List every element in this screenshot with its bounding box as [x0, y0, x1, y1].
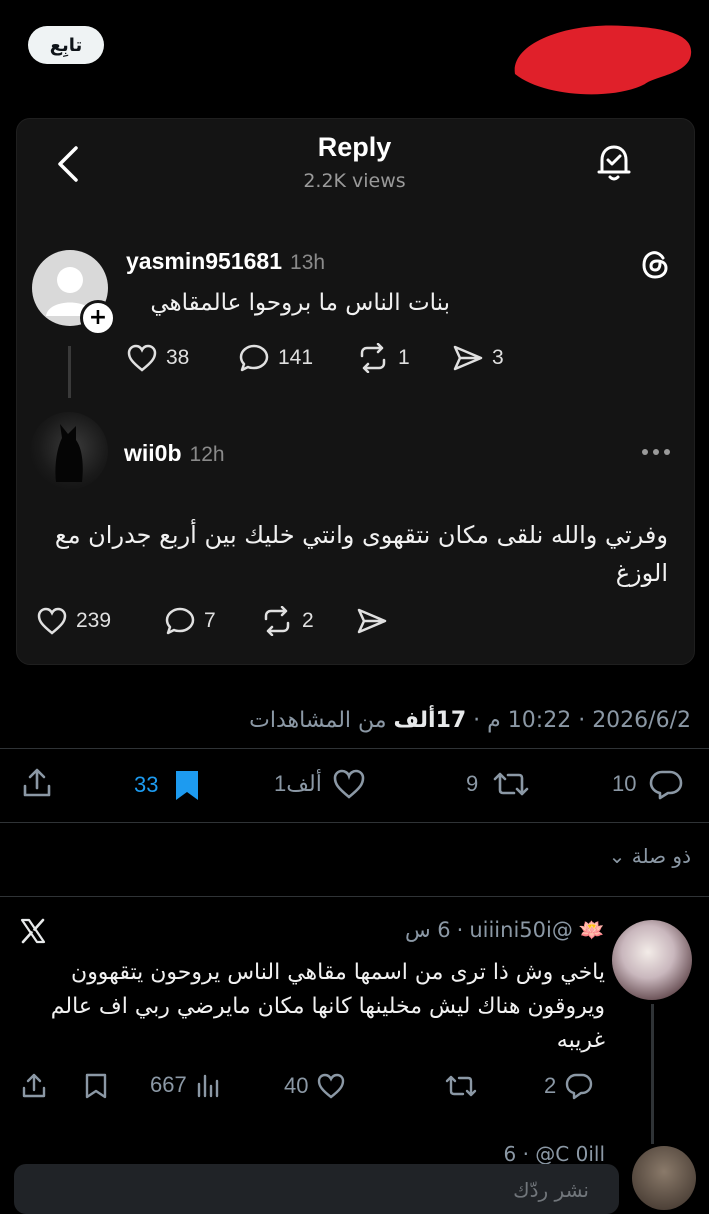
tweet-meta: 2026/6/2 · 10:22 م · 17ألف من المشاهدات [249, 708, 691, 733]
post2-comments: 7 [204, 609, 216, 632]
bookmark-icon[interactable] [84, 1072, 108, 1100]
reply-views: 667 [150, 1072, 187, 1097]
reply-replies: 2 [544, 1073, 557, 1098]
compose-placeholder: نشر ردّك [513, 1178, 589, 1202]
post2-likes: 239 [76, 609, 112, 632]
share-icon[interactable] [20, 766, 54, 800]
repost-count: 9 [466, 771, 479, 796]
send-icon [453, 345, 483, 371]
related-label: ذو صلة [631, 844, 691, 868]
post1-header: yasmin951681 13h [126, 248, 325, 275]
post1-reposts: 1 [398, 346, 410, 369]
lotus-emoji: 🪷 [578, 918, 605, 942]
repost-icon [360, 343, 386, 373]
reply-handle[interactable]: @uiiini50i [469, 918, 573, 943]
heart-icon [318, 1073, 345, 1099]
post2-comment-stat[interactable]: 7 [164, 606, 216, 636]
follow-plus-icon[interactable]: + [80, 300, 116, 336]
post1-shares: 3 [492, 346, 504, 369]
chevron-down-icon: ⌄ [608, 844, 626, 868]
post2-repost-stat[interactable]: 2 [260, 606, 314, 636]
divider [0, 896, 709, 897]
reply-views-action[interactable]: 667 [150, 1072, 221, 1098]
like-count: 1ألف [274, 771, 322, 796]
divider [0, 822, 709, 823]
tweet-views-label: من المشاهدات [249, 708, 387, 733]
post2-time: 12h [189, 443, 225, 466]
repost-icon [493, 772, 529, 796]
post2-like-stat[interactable]: 239 [36, 606, 111, 636]
comment-icon [239, 344, 269, 372]
tweet-time: 10:22 م [487, 708, 572, 733]
related-toggle[interactable]: ذو صلة ⌄ [609, 844, 691, 868]
post2-username[interactable]: wii0b [124, 440, 182, 467]
bookmark-filled-icon [176, 771, 199, 800]
repost-icon [264, 606, 290, 636]
more-options-icon[interactable] [640, 446, 672, 458]
avatar-wii0b[interactable] [30, 412, 108, 490]
my-avatar[interactable] [632, 1146, 696, 1210]
follow-button[interactable]: تابِع [28, 26, 104, 64]
bell-check-icon[interactable] [594, 142, 634, 184]
post1-comments: 141 [278, 346, 314, 369]
thread-line [68, 346, 71, 398]
reply-likes: 40 [284, 1073, 309, 1098]
tweet-date: 2026/6/2 [592, 708, 691, 733]
post1-share-stat[interactable]: 3 [452, 343, 504, 373]
reply-time: 6 س [404, 918, 451, 942]
reply-reply-action[interactable]: 2 [544, 1072, 594, 1100]
comment-icon [165, 607, 195, 635]
heart-icon [127, 344, 157, 372]
share-icon[interactable] [20, 1072, 48, 1100]
like-action[interactable]: 1ألف [274, 768, 366, 800]
divider [0, 748, 709, 749]
post1-text: بنات الناس ما بروحوا عالمقاهي [150, 290, 450, 316]
reply-like-action[interactable]: 40 [284, 1072, 346, 1100]
post2-text: وفرتي والله نلقى مكان نتقهوى وانتي خليك … [54, 521, 668, 587]
comment-icon [650, 770, 683, 800]
heart-icon [37, 607, 67, 635]
threads-logo-icon[interactable] [638, 248, 672, 282]
x-logo-icon[interactable] [20, 918, 46, 944]
post1-like-stat[interactable]: 38 [126, 343, 189, 373]
thread-line [651, 1004, 654, 1144]
post1-repost-stat[interactable]: 1 [356, 343, 410, 373]
post1-likes: 38 [166, 346, 190, 369]
heart-icon [333, 769, 365, 799]
reply-avatar[interactable] [612, 920, 692, 1000]
bookmark-action[interactable]: 33 [134, 768, 202, 802]
post1-time: 13h [290, 251, 326, 274]
redaction-mark [514, 25, 692, 95]
next-tweet-peek: 6 · @C 0ill [503, 1142, 605, 1166]
reply-action[interactable]: 10 [612, 768, 684, 800]
views-chart-icon [197, 1074, 218, 1098]
post2-reposts: 2 [302, 609, 314, 632]
post2-header: wii0b 12h [124, 440, 225, 467]
send-icon[interactable] [356, 606, 388, 636]
reply-text: ياخي وش ذا ترى من اسمها مقاهي الناس يروح… [50, 960, 605, 1053]
post1-username[interactable]: yasmin951681 [126, 248, 282, 275]
reply-header: 🪷 @uiiini50i · 6 س [404, 918, 605, 943]
repost-action[interactable]: 9 [466, 768, 530, 800]
repost-icon[interactable] [444, 1072, 478, 1100]
tweet-views-count[interactable]: 17ألف [394, 708, 467, 733]
reply-count: 10 [612, 771, 637, 796]
comment-icon [566, 1073, 593, 1100]
bookmark-count: 33 [134, 772, 159, 797]
post1-comment-stat[interactable]: 141 [238, 343, 313, 373]
